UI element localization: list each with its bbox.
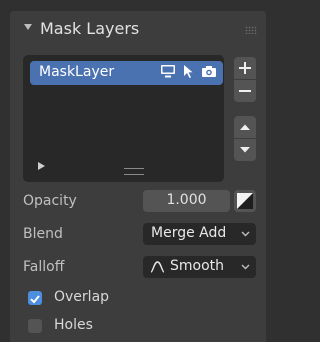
falloff-value: Smooth	[170, 258, 225, 274]
panel-header[interactable]: Mask Layers	[10, 11, 266, 49]
plus-icon-stem	[243, 62, 247, 74]
minus-icon	[239, 89, 251, 93]
checkmark-icon	[30, 295, 40, 304]
blend-value: Merge Add	[151, 225, 227, 241]
monitor-icon[interactable]	[160, 64, 176, 79]
layer-visibility-icons	[160, 64, 217, 79]
smooth-falloff-icon	[150, 261, 165, 273]
disclosure-triangle-icon[interactable]	[24, 24, 32, 30]
chevron-down-icon	[241, 264, 250, 270]
overlap-checkbox[interactable]	[28, 291, 42, 305]
blend-label: Blend	[23, 226, 63, 242]
holes-label[interactable]: Holes	[54, 317, 93, 333]
panel-title: Mask Layers	[40, 19, 140, 38]
cursor-arrow-icon[interactable]	[183, 64, 194, 79]
opacity-value[interactable]: 1.000	[143, 192, 230, 208]
layer-name[interactable]: MaskLayer	[39, 64, 114, 80]
camera-icon[interactable]	[201, 65, 217, 78]
resize-handle-icon[interactable]	[124, 168, 144, 175]
move-layer-down-button[interactable]	[234, 139, 256, 161]
opacity-label: Opacity	[23, 193, 77, 209]
falloff-label: Falloff	[23, 259, 65, 275]
arrow-up-icon	[240, 124, 250, 130]
drag-grip-icon[interactable]	[245, 26, 257, 34]
blend-dropdown[interactable]: Merge Add	[143, 223, 256, 245]
gradient-button[interactable]	[234, 190, 256, 212]
opacity-field[interactable]: 1.000	[143, 190, 230, 212]
holes-checkbox[interactable]	[28, 319, 42, 333]
gradient-icon	[237, 193, 253, 209]
arrow-down-icon	[240, 147, 250, 153]
overlap-label[interactable]: Overlap	[54, 289, 109, 305]
chevron-down-icon	[241, 231, 250, 237]
remove-layer-button[interactable]	[234, 80, 256, 102]
layer-list-item[interactable]: MaskLayer	[30, 61, 223, 85]
add-layer-button[interactable]	[234, 57, 256, 79]
play-icon[interactable]	[38, 162, 45, 170]
move-layer-up-button[interactable]	[234, 116, 256, 138]
falloff-dropdown[interactable]: Smooth	[143, 256, 256, 278]
